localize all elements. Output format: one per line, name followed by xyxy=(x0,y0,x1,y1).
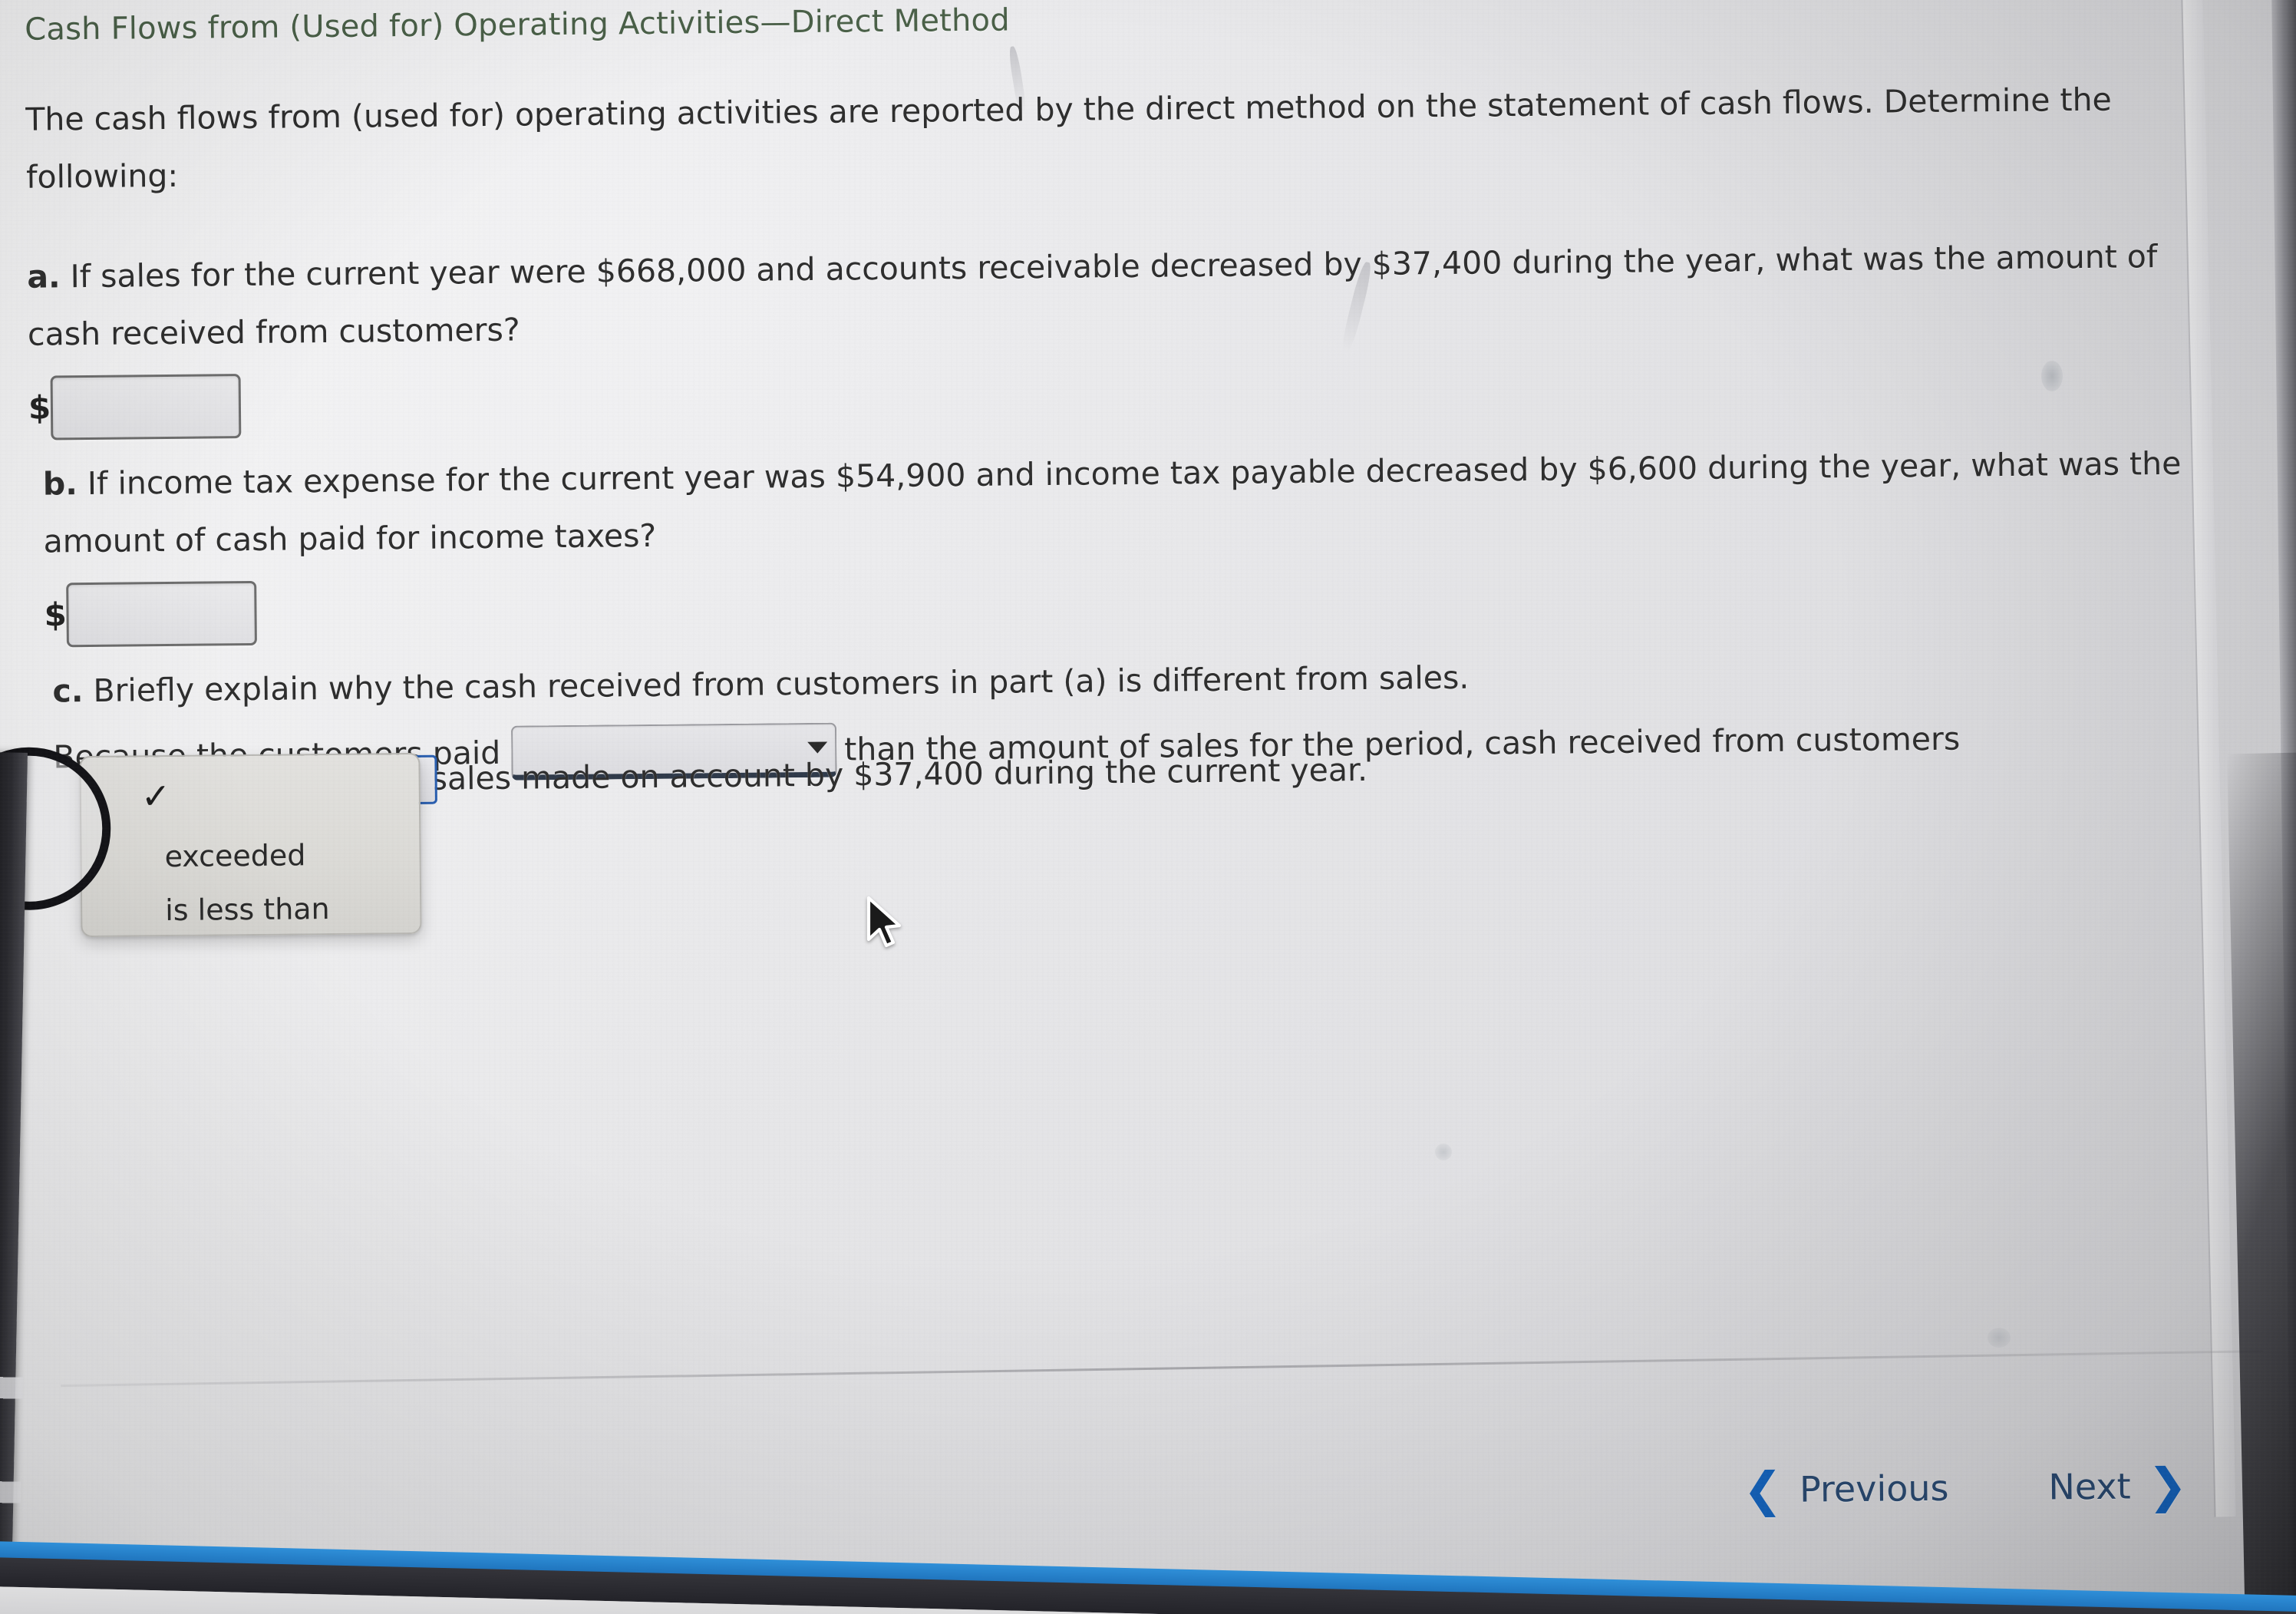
part-a-answer-row: $ xyxy=(28,355,2201,441)
chevron-right-icon: ❯ xyxy=(2147,1457,2188,1514)
part-b-question: If income tax expense for the current ye… xyxy=(43,444,2182,560)
dropdown-option-exceeded[interactable]: exceeded xyxy=(164,838,305,873)
part-a-answer-input[interactable] xyxy=(50,374,242,441)
check-icon: ✓ xyxy=(140,774,171,817)
part-a-currency-symbol: $ xyxy=(28,388,51,427)
part-a-label: a. xyxy=(27,258,61,295)
mouse-pointer-icon xyxy=(866,896,902,948)
part-c-text: c. Briefly explain why the cash received… xyxy=(52,642,2225,720)
part-c-sentence-fragment-3: sales made on account by $37,400 during … xyxy=(430,751,1368,797)
part-b-answer-row: $ xyxy=(44,562,2216,648)
next-button[interactable]: Next ❯ xyxy=(2048,1457,2188,1514)
part-b-label: b. xyxy=(42,465,78,503)
app-page: Cash Flows from (Used for) Operating Act… xyxy=(0,0,2265,1614)
dropdown-option-is-less-than[interactable]: is less than xyxy=(165,892,330,927)
exercise-intro: The cash flows from (used for) operating… xyxy=(25,81,2113,196)
part-c-question: Briefly explain why the cash received fr… xyxy=(93,658,1470,709)
pagination-nav: ❮ Previous Next ❯ xyxy=(1742,1457,2188,1518)
previous-button-label: Previous xyxy=(1799,1467,1949,1510)
next-button-label: Next xyxy=(2048,1465,2131,1508)
page-title: Cash Flows from (Used for) Operating Act… xyxy=(25,2,1011,48)
part-c-label: c. xyxy=(52,672,84,710)
footer-divider xyxy=(61,1350,2263,1388)
part-b-currency-symbol: $ xyxy=(44,596,68,634)
previous-button[interactable]: ❮ Previous xyxy=(1742,1461,1949,1518)
question-part-b: b. If income tax expense for the current… xyxy=(43,434,2216,648)
part-a-question: If sales for the current year were $668,… xyxy=(27,238,2158,353)
chevron-left-icon: ❮ xyxy=(1742,1461,1783,1518)
part-c-select-1-dropdown-menu[interactable]: ✓ exceeded is less than xyxy=(79,752,422,938)
part-b-text: b. If income tax expense for the current… xyxy=(43,434,2215,570)
part-b-answer-input[interactable] xyxy=(66,580,258,648)
part-a-text: a. If sales for the current year were $6… xyxy=(27,228,2199,364)
question-part-a: a. If sales for the current year were $6… xyxy=(27,228,2200,441)
screenshot-photo: Cash Flows from (Used for) Operating Act… xyxy=(0,0,2296,1614)
